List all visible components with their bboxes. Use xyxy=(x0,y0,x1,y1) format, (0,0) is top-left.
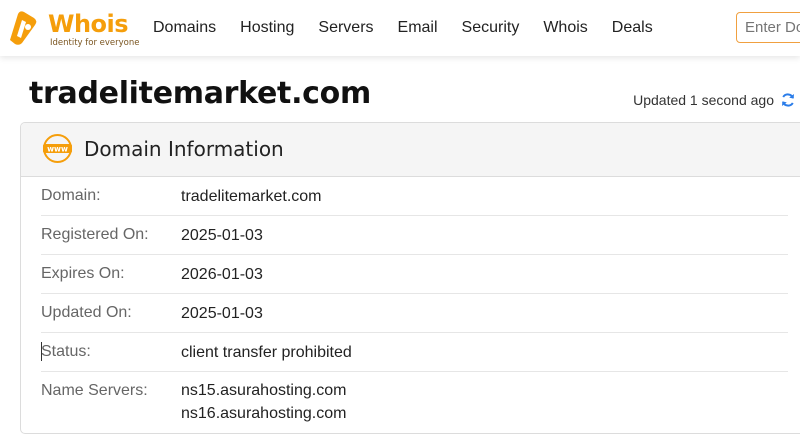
row-value: client transfer prohibited xyxy=(181,344,352,361)
info-row-updated: Updated On: 2025-01-03 xyxy=(41,294,788,333)
logo-tagline: Identity for everyone xyxy=(50,38,140,48)
card-title: Domain Information xyxy=(84,137,284,161)
www-globe-icon: www xyxy=(43,134,72,163)
logo-wordmark: Whois xyxy=(48,10,129,38)
row-label: Status: xyxy=(41,343,91,360)
refresh-icon[interactable] xyxy=(780,92,796,108)
svg-text:www: www xyxy=(47,145,68,154)
row-value: 2025-01-03 xyxy=(181,305,263,322)
card-header: www Domain Information xyxy=(21,123,800,177)
nav-item-email[interactable]: Email xyxy=(398,17,438,39)
row-label: Expires On: xyxy=(41,265,125,282)
info-row-status: Status: client transfer prohibited xyxy=(41,333,788,372)
name-server-2: ns16.asurahosting.com xyxy=(181,405,347,422)
domain-information-card: www Domain Information Domain: tradelite… xyxy=(20,122,800,434)
whois-logo[interactable]: Whois Identity for everyone xyxy=(4,10,140,48)
row-value: tradelitemarket.com xyxy=(181,188,322,205)
whois-logo-icon xyxy=(10,11,37,45)
main-nav: Domains Hosting Servers Email Security W… xyxy=(153,17,677,39)
domain-search-input[interactable] xyxy=(736,12,800,43)
info-row-domain: Domain: tradelitemarket.com xyxy=(41,177,788,216)
info-row-expires: Expires On: 2026-01-03 xyxy=(41,255,788,294)
nav-item-deals[interactable]: Deals xyxy=(612,17,653,39)
updated-text: Updated 1 second ago xyxy=(633,92,774,108)
info-row-registered: Registered On: 2025-01-03 xyxy=(41,216,788,255)
page-title: tradelitemarket.com xyxy=(29,76,371,111)
row-value: 2025-01-03 xyxy=(181,227,263,244)
name-server-1: ns15.asurahosting.com xyxy=(181,382,347,399)
nav-item-domains[interactable]: Domains xyxy=(153,17,216,39)
nav-item-whois[interactable]: Whois xyxy=(543,17,587,39)
site-header: Whois Identity for everyone Domains Host… xyxy=(0,0,800,56)
nav-item-servers[interactable]: Servers xyxy=(318,17,373,39)
nav-item-security[interactable]: Security xyxy=(462,17,520,39)
row-label: Updated On: xyxy=(41,304,132,321)
row-label: Domain: xyxy=(41,187,101,204)
row-label: Name Servers: xyxy=(41,382,148,399)
info-row-name-servers: Name Servers: ns15.asurahosting.com ns16… xyxy=(41,372,788,433)
row-value: 2026-01-03 xyxy=(181,266,263,283)
nav-item-hosting[interactable]: Hosting xyxy=(240,17,294,39)
updated-status: Updated 1 second ago xyxy=(633,90,796,110)
row-label: Registered On: xyxy=(41,226,149,243)
text-cursor xyxy=(41,342,42,361)
